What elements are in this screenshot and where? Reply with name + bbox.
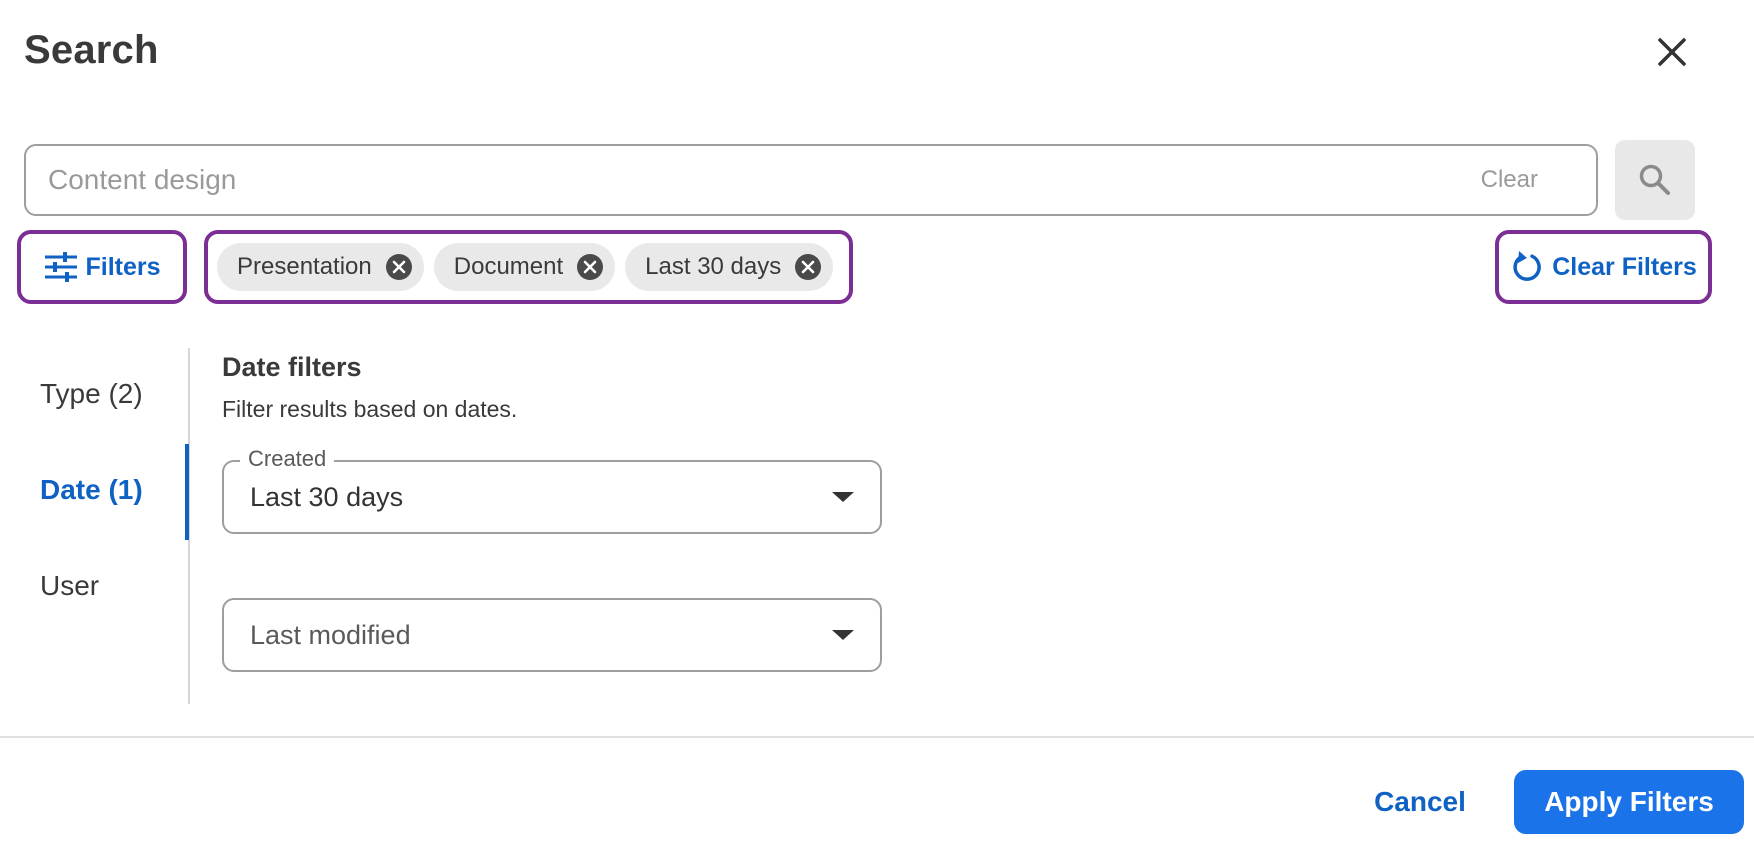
clear-search-button[interactable]: Clear: [1481, 166, 1538, 194]
filters-label: Filters: [85, 252, 161, 281]
last-modified-placeholder: Last modified: [250, 619, 411, 650]
filter-chip-document: Document: [433, 243, 616, 291]
remove-chip-icon[interactable]: [577, 254, 604, 280]
chevron-down-icon: [832, 630, 854, 640]
search-icon: [1639, 164, 1670, 195]
created-date-value: Last 30 days: [250, 481, 404, 512]
active-filter-chips: Presentation Document Last 30 days: [204, 230, 853, 304]
sliders-icon: [45, 252, 78, 282]
created-date-label: Created: [240, 446, 335, 472]
filter-chip-last-30-days: Last 30 days: [625, 243, 834, 291]
chevron-down-icon: [832, 492, 854, 502]
section-description: Filter results based on dates.: [222, 396, 518, 422]
apply-filters-button[interactable]: Apply Filters: [1514, 770, 1744, 834]
nav-item-date[interactable]: Date (1): [40, 474, 143, 506]
filters-button[interactable]: Filters: [17, 230, 187, 304]
section-title: Date filters: [222, 352, 362, 382]
clear-filters-button[interactable]: Clear Filters: [1495, 230, 1712, 304]
close-button[interactable]: [1652, 32, 1692, 72]
clear-filters-label: Clear Filters: [1552, 252, 1697, 281]
remove-chip-icon[interactable]: [795, 254, 822, 280]
filter-chip-presentation: Presentation: [217, 243, 424, 291]
filter-category-nav: Type (2) Date (1) User: [0, 348, 190, 704]
remove-chip-icon[interactable]: [385, 254, 412, 280]
close-icon: [1658, 38, 1686, 66]
search-button[interactable]: [1615, 140, 1695, 220]
cancel-button[interactable]: Cancel: [1360, 770, 1480, 834]
refresh-icon: [1513, 251, 1542, 281]
chip-label: Document: [453, 253, 564, 280]
nav-item-user[interactable]: User: [40, 570, 99, 602]
footer-divider: [0, 736, 1754, 738]
active-nav-indicator: [185, 444, 189, 540]
chip-label: Presentation: [237, 253, 372, 280]
last-modified-select[interactable]: Last modified: [222, 598, 882, 672]
chip-label: Last 30 days: [645, 253, 782, 280]
nav-item-type[interactable]: Type (2): [40, 378, 143, 410]
dialog-title: Search: [24, 28, 159, 72]
search-field: Clear: [24, 144, 1598, 216]
search-input[interactable]: [48, 164, 1481, 196]
